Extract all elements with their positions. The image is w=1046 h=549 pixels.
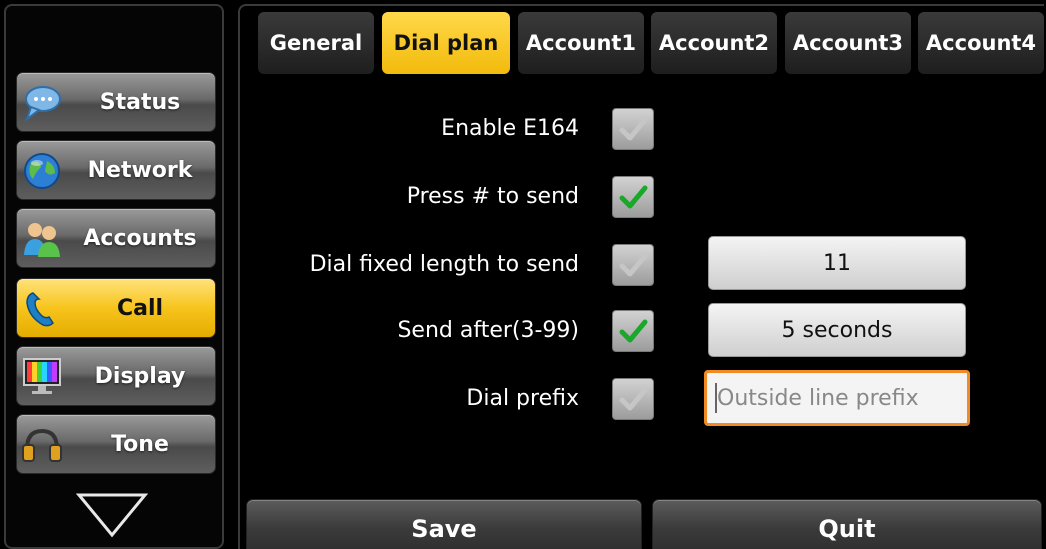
scroll-down-icon[interactable] <box>75 492 149 542</box>
sidebar-item-network[interactable]: Network <box>16 140 216 200</box>
send-after-label: Send after(3-99) <box>397 318 579 343</box>
tab-account1[interactable]: Account1 <box>518 12 644 74</box>
check-icon <box>619 117 648 141</box>
users-icon <box>21 219 63 259</box>
dial-prefix-label: Dial prefix <box>466 386 579 411</box>
headphones-icon <box>21 425 63 465</box>
press-hash-label: Press # to send <box>406 184 579 209</box>
sidebar-item-call[interactable]: Call <box>16 278 216 338</box>
sidebar-item-label: Display <box>94 363 186 389</box>
send-after-checkbox[interactable] <box>612 310 654 352</box>
send-after-value-button[interactable]: 5 seconds <box>708 303 966 357</box>
main-panel: General Dial plan Account1 Account2 Acco… <box>238 4 1044 549</box>
globe-icon <box>21 151 63 191</box>
sidebar-item-status[interactable]: Status <box>16 72 216 132</box>
sidebar: Status Network Accounts Call Display Ton… <box>4 4 224 549</box>
sidebar-item-tone[interactable]: Tone <box>16 414 216 474</box>
check-icon <box>619 387 648 411</box>
text-cursor <box>715 383 717 413</box>
sidebar-item-label: Status <box>99 89 181 115</box>
fixed-length-label: Dial fixed length to send <box>309 252 579 277</box>
chat-bubble-icon <box>21 83 63 123</box>
check-icon <box>619 319 648 343</box>
phone-handset-icon <box>21 289 63 329</box>
sidebar-item-label: Call <box>116 295 164 321</box>
enable-e164-label: Enable E164 <box>441 116 579 141</box>
sidebar-item-accounts[interactable]: Accounts <box>16 208 216 268</box>
sidebar-item-label: Tone <box>111 431 169 457</box>
sidebar-item-display[interactable]: Display <box>16 346 216 406</box>
sidebar-item-label: Accounts <box>83 225 197 251</box>
tab-account3[interactable]: Account3 <box>785 12 911 74</box>
press-hash-checkbox[interactable] <box>612 176 654 218</box>
tab-account2[interactable]: Account2 <box>651 12 777 74</box>
tab-general[interactable]: General <box>258 12 374 74</box>
quit-button[interactable]: Quit <box>652 499 1042 549</box>
fixed-length-value-button[interactable]: 11 <box>708 236 966 290</box>
tab-dial-plan[interactable]: Dial plan <box>382 12 510 74</box>
check-icon <box>619 253 648 277</box>
tab-account4[interactable]: Account4 <box>918 12 1044 74</box>
monitor-icon <box>21 357 63 397</box>
sidebar-item-label: Network <box>87 157 193 183</box>
dial-prefix-checkbox[interactable] <box>612 378 654 420</box>
dial-prefix-input[interactable] <box>704 370 970 426</box>
save-button[interactable]: Save <box>246 499 642 549</box>
fixed-length-checkbox[interactable] <box>612 244 654 286</box>
check-icon <box>619 185 648 209</box>
enable-e164-checkbox[interactable] <box>612 108 654 150</box>
